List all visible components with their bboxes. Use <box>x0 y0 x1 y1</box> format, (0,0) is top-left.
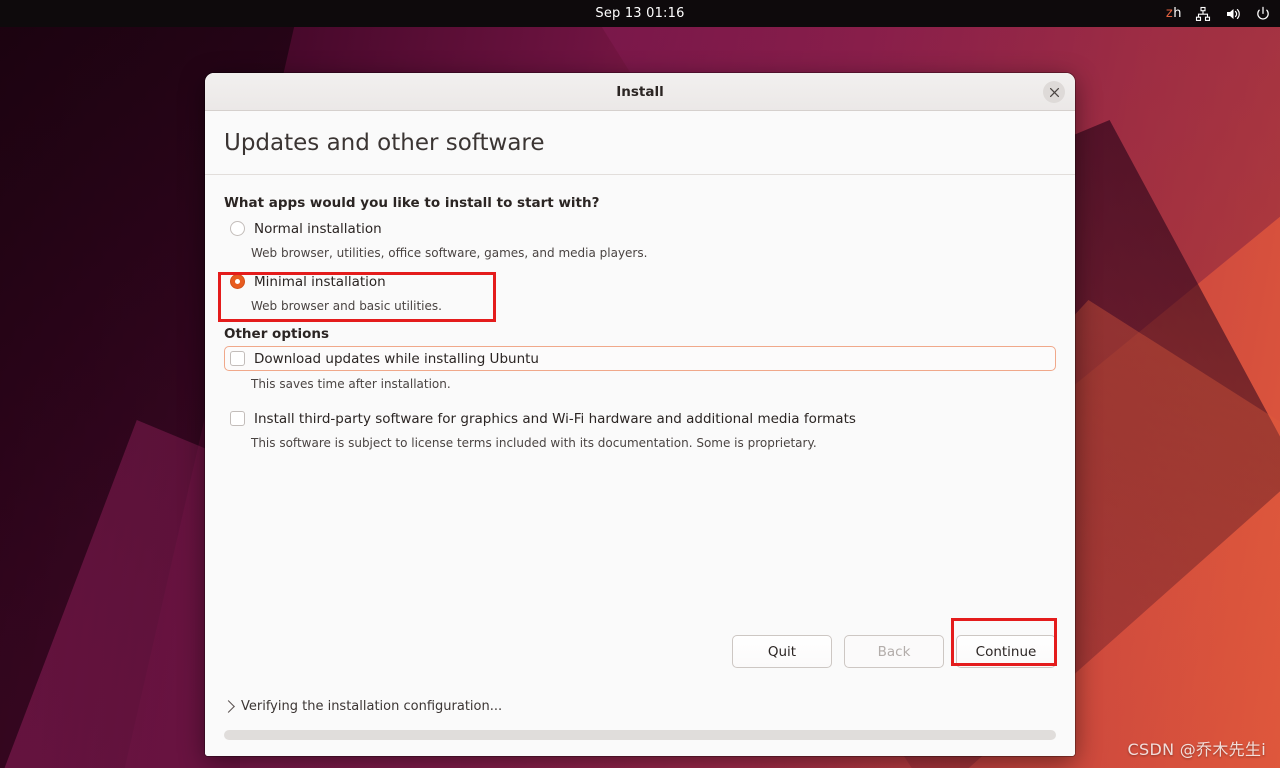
checkbox-row-third-party-software[interactable]: Install third-party software for graphic… <box>224 407 1056 430</box>
network-icon[interactable] <box>1194 5 1212 23</box>
close-icon[interactable] <box>1043 81 1065 103</box>
status-area: Verifying the installation configuration… <box>222 699 1056 740</box>
quit-button[interactable]: Quit <box>732 635 832 668</box>
status-text: Verifying the installation configuration… <box>241 699 503 714</box>
checkbox-desc-download-updates: This saves time after installation. <box>251 377 451 391</box>
dialog-header: Updates and other software <box>205 111 1075 175</box>
checkbox-download-updates-icon[interactable] <box>230 351 245 366</box>
radio-desc-normal-installation: Web browser, utilities, office software,… <box>251 246 648 260</box>
language-indicator[interactable]: zh <box>1166 6 1182 21</box>
apps-question: What apps would you like to install to s… <box>224 195 600 211</box>
status-line[interactable]: Verifying the installation configuration… <box>222 699 1056 714</box>
system-indicators: zh <box>1166 0 1272 27</box>
continue-button[interactable]: Continue <box>956 635 1056 668</box>
dialog-titlebar: Install <box>205 73 1075 111</box>
other-options-heading: Other options <box>224 326 329 342</box>
dialog-title: Install <box>616 83 664 100</box>
power-icon[interactable] <box>1254 5 1272 23</box>
progress-bar <box>224 730 1056 740</box>
back-button: Back <box>844 635 944 668</box>
radio-minimal-installation-icon[interactable] <box>230 274 245 289</box>
checkbox-label-third-party-software: Install third-party software for graphic… <box>254 410 856 427</box>
checkbox-row-download-updates[interactable]: Download updates while installing Ubuntu <box>224 346 1056 371</box>
chevron-right-icon[interactable] <box>222 700 235 713</box>
checkbox-desc-third-party-software: This software is subject to license term… <box>251 436 817 450</box>
volume-icon[interactable] <box>1224 5 1242 23</box>
radio-row-normal-installation[interactable]: Normal installation <box>224 217 1056 240</box>
clock[interactable]: Sep 13 01:16 <box>0 6 1280 21</box>
top-bar: Sep 13 01:16 zh <box>0 0 1280 27</box>
dialog-content: What apps would you like to install to s… <box>205 175 1075 756</box>
dialog-button-row: Quit Back Continue <box>732 635 1056 668</box>
radio-label-normal-installation: Normal installation <box>254 220 382 237</box>
watermark: CSDN @乔木先生i <box>1127 740 1266 759</box>
radio-label-minimal-installation: Minimal installation <box>254 273 386 290</box>
radio-desc-minimal-installation: Web browser and basic utilities. <box>251 299 442 313</box>
install-dialog: Install Updates and other software What … <box>205 73 1075 756</box>
desktop-screen: Sep 13 01:16 zh Install Updates and othe… <box>0 0 1280 768</box>
checkbox-third-party-software-icon[interactable] <box>230 411 245 426</box>
language-indicator-second: h <box>1173 6 1182 21</box>
checkbox-label-download-updates: Download updates while installing Ubuntu <box>254 350 539 367</box>
page-title: Updates and other software <box>224 129 545 156</box>
radio-row-minimal-installation[interactable]: Minimal installation <box>224 270 1056 293</box>
radio-normal-installation-icon[interactable] <box>230 221 245 236</box>
